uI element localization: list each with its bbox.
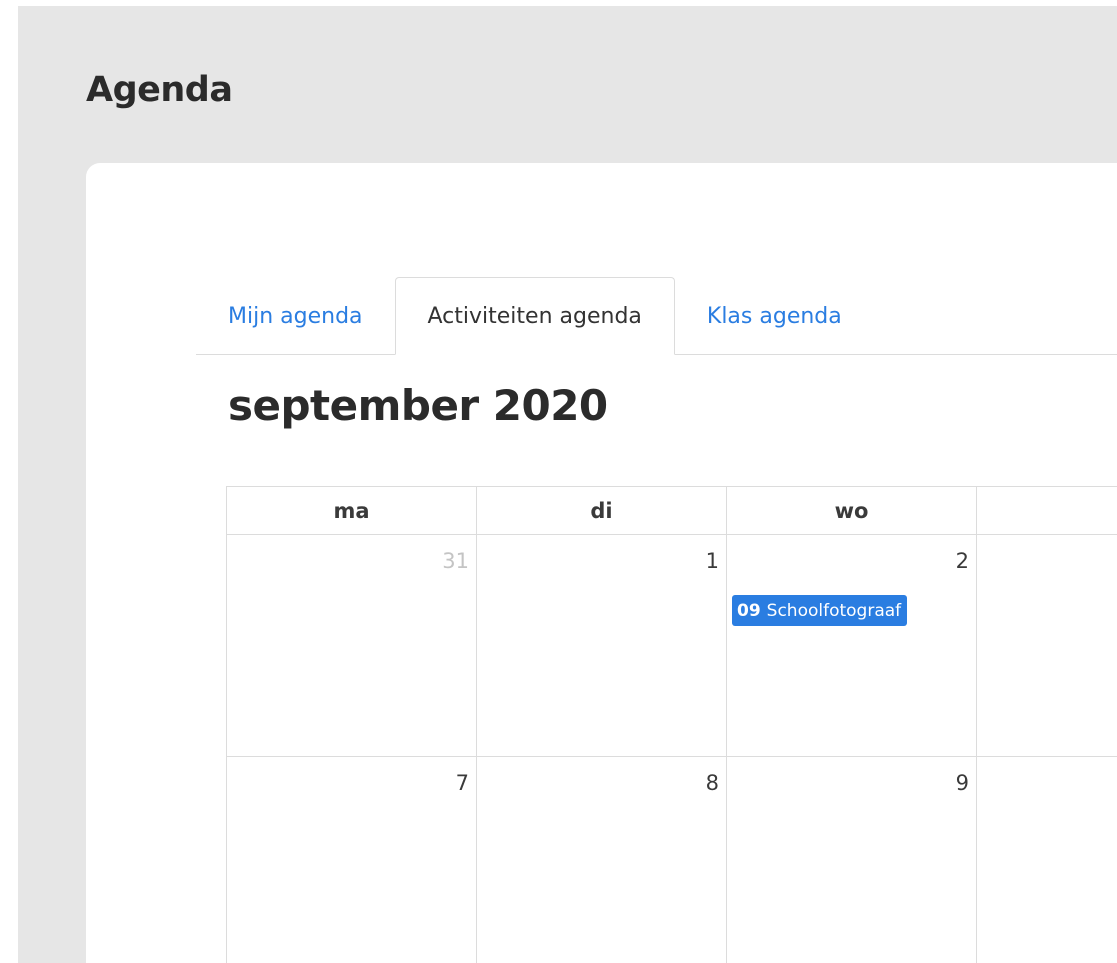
calendar-week-row: 7 8 9 xyxy=(227,757,1117,963)
month-title: september 2020 xyxy=(228,381,608,430)
page-background: Agenda Mijn agenda Activiteiten agenda K… xyxy=(18,6,1117,963)
calendar-day-cell[interactable]: 31 xyxy=(227,535,477,757)
day-number: 2 xyxy=(955,549,969,573)
agenda-card: Mijn agenda Activiteiten agenda Klas age… xyxy=(86,163,1117,963)
agenda-tabs: Mijn agenda Activiteiten agenda Klas age… xyxy=(196,274,1117,355)
calendar-day-cell[interactable] xyxy=(977,757,1117,963)
day-number: 31 xyxy=(442,549,469,573)
calendar-day-cell[interactable]: 8 xyxy=(477,757,727,963)
weekday-header-di: di xyxy=(477,487,727,535)
tab-activiteiten-agenda[interactable]: Activiteiten agenda xyxy=(394,277,675,355)
day-number: 9 xyxy=(955,771,969,795)
weekday-header-do xyxy=(977,487,1117,535)
calendar-event[interactable]: 09 Schoolfotograaf xyxy=(732,595,908,626)
event-title: Schoolfotograaf xyxy=(766,600,902,621)
calendar-day-cell[interactable] xyxy=(977,535,1117,757)
tab-klas-agenda[interactable]: Klas agenda xyxy=(675,277,874,355)
calendar-day-cell[interactable]: 1 xyxy=(477,535,727,757)
calendar-day-cell[interactable]: 7 xyxy=(227,757,477,963)
tab-mijn-agenda[interactable]: Mijn agenda xyxy=(196,277,395,355)
calendar-day-cell[interactable]: 2 09 Schoolfotograaf xyxy=(727,535,977,757)
weekday-header-ma: ma xyxy=(227,487,477,535)
event-time: 09 xyxy=(737,600,761,621)
page-title: Agenda xyxy=(86,70,233,110)
calendar-week-row: 31 1 2 09 Schoolfotograaf xyxy=(227,535,1117,757)
day-number: 7 xyxy=(455,771,469,795)
calendar-day-cell[interactable]: 9 xyxy=(727,757,977,963)
weekday-header-row: ma di wo xyxy=(227,487,1117,535)
month-calendar: ma di wo 31 1 2 09 Schoolfotograaf 7 8 9 xyxy=(226,486,1117,963)
day-number: 8 xyxy=(705,771,719,795)
weekday-header-wo: wo xyxy=(727,487,977,535)
day-number: 1 xyxy=(705,549,719,573)
